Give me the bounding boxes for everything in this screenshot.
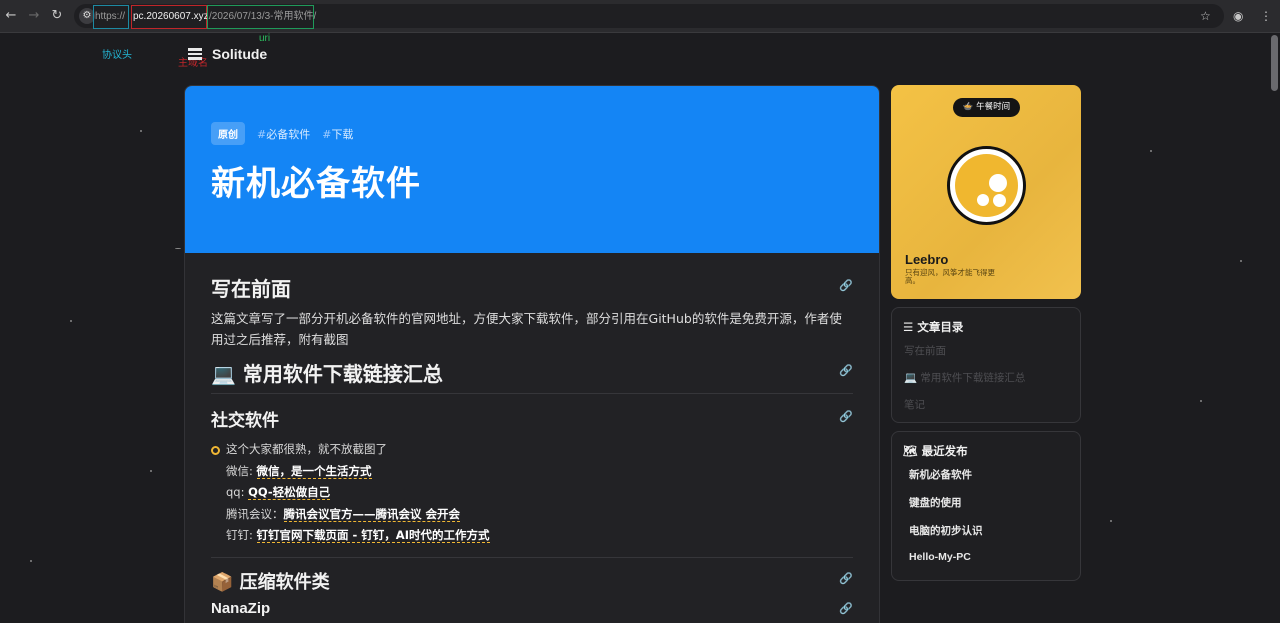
back-icon[interactable]: ←: [3, 8, 19, 24]
article-hero: 原创 #必备软件 #下载 新机必备软件: [185, 86, 879, 253]
heading-text: 社交软件: [211, 411, 279, 431]
article-title: 新机必备软件: [211, 164, 421, 204]
page-scrollbar[interactable]: [1271, 35, 1278, 91]
toc-title: ☰ 文章目录: [903, 320, 964, 334]
site-header[interactable]: Solitude: [188, 45, 267, 63]
author-card: 🍲 午餐时间 Leebro 只有迎风，风筝才能飞得更高。: [891, 85, 1081, 299]
toc-item[interactable]: 写在前面: [904, 343, 946, 358]
avatar-image: [955, 154, 1018, 217]
menu-icon: [188, 48, 202, 60]
url-host: pc.20260607.xyz: [131, 5, 209, 29]
annotation-scheme: 协议头: [102, 50, 132, 61]
section-heading: 写在前面 🔗: [211, 273, 853, 302]
table-of-contents: ☰ 文章目录 写在前面 💻 常用软件下载链接汇总 笔记: [891, 307, 1081, 423]
list-item: qq: QQ-轻松做自己: [211, 482, 853, 504]
list-item: 钉钉: 钉钉官网下载页面 - 钉钉，AI时代的工作方式: [211, 525, 853, 547]
author-name: Leebro: [905, 252, 949, 267]
author-motto: 只有迎风，风筝才能飞得更高。: [905, 268, 995, 285]
heading-text: 写在前面: [211, 277, 291, 301]
bookmark-star-icon[interactable]: ☆: [1200, 8, 1211, 24]
avatar-bubble: [993, 194, 1006, 207]
article-card: 原创 #必备软件 #下载 新机必备软件 写在前面 🔗 这篇文章写了一部分开机必备…: [184, 85, 880, 623]
section-heading: 💻 常用软件下载链接汇总 🔗: [211, 358, 853, 393]
annotation-uri: uri: [259, 33, 271, 44]
item-label: 微信:: [226, 463, 257, 478]
tag-label: 下载: [331, 127, 354, 141]
article-tags: 原创 #必备软件 #下载: [211, 122, 353, 145]
divider: [211, 393, 853, 394]
avatar[interactable]: [947, 146, 1026, 225]
anchor-link-icon[interactable]: 🔗: [839, 572, 853, 585]
section-heading: 📦 压缩软件类 🔗: [211, 568, 853, 594]
hash-icon: #: [257, 127, 267, 141]
article-body: 写在前面 🔗 这篇文章写了一部分开机必备软件的官网地址，方便大家下载软件，部分引…: [185, 273, 879, 617]
tag-link[interactable]: #下载: [322, 126, 353, 142]
recent-posts: 🗺 最近发布 新机必备软件 键盘的使用 电脑的初步认识 Hello-My-PC: [891, 431, 1081, 581]
url-scheme: https://: [93, 5, 129, 29]
site-name[interactable]: Solitude: [212, 46, 267, 62]
tag-link[interactable]: #必备软件: [257, 126, 310, 142]
external-link[interactable]: QQ-轻松做自己: [248, 485, 331, 500]
subsection-heading: 社交软件 🔗: [211, 406, 853, 431]
address-bar[interactable]: ⚙ https:// pc.20260607.xyz /2026/07/13/3…: [74, 4, 1224, 29]
list-item: 微信: 微信，是一个生活方式: [211, 461, 853, 483]
heading-text: 💻 常用软件下载链接汇总: [211, 362, 443, 386]
original-badge: 原创: [211, 122, 245, 145]
tag-label: 必备软件: [266, 127, 311, 141]
list-text: 这个大家都很熟，就不放截图了: [226, 442, 387, 456]
recent-post-link[interactable]: 键盘的使用: [909, 495, 962, 510]
anchor-link-icon[interactable]: 🔗: [839, 364, 853, 377]
divider: [211, 556, 853, 558]
avatar-bubble: [989, 174, 1007, 192]
heading-text: NanaZip: [211, 599, 271, 617]
toc-item[interactable]: 💻 常用软件下载链接汇总: [904, 370, 1025, 385]
recent-post-link[interactable]: Hello-My-PC: [909, 551, 971, 563]
url-path: /2026/07/13/3-常用软件/: [207, 5, 316, 29]
heading-text: 📦 压缩软件类: [211, 571, 330, 593]
reload-icon[interactable]: ↻: [49, 8, 65, 24]
list-item: 腾讯会议：腾讯会议官方——腾讯会议 会开会: [211, 504, 853, 526]
recent-title: 🗺 最近发布: [903, 444, 968, 458]
profile-icon[interactable]: ◉: [1233, 8, 1243, 24]
item-label: 腾讯会议：: [226, 506, 284, 521]
bullet-icon: [211, 446, 220, 455]
external-link[interactable]: 微信，是一个生活方式: [256, 463, 372, 479]
menu-icon[interactable]: ⋮: [1260, 8, 1272, 24]
toc-item[interactable]: 笔记: [904, 397, 925, 412]
anchor-link-icon[interactable]: 🔗: [839, 602, 853, 615]
item-label: qq:: [226, 485, 249, 499]
anchor-link-icon[interactable]: 🔗: [839, 410, 853, 423]
social-list: 这个大家都很熟，就不放截图了 微信: 微信，是一个生活方式 qq: QQ-轻松做…: [211, 439, 853, 547]
subsection-heading: NanaZip 🔗: [211, 600, 853, 617]
anchor-link-icon[interactable]: 🔗: [839, 279, 853, 292]
intro-paragraph: 这篇文章写了一部分开机必备软件的官网地址，方便大家下载软件，部分引用在GitHu…: [211, 311, 842, 347]
forward-icon[interactable]: →: [26, 8, 42, 24]
external-link[interactable]: 钉钉官网下载页面 - 钉钉，AI时代的工作方式: [256, 528, 490, 543]
item-label: 钉钉:: [226, 528, 257, 542]
recent-post-link[interactable]: 电脑的初步认识: [909, 523, 983, 538]
recent-post-link[interactable]: 新机必备软件: [909, 467, 972, 482]
external-link[interactable]: 腾讯会议官方——腾讯会议 会开会: [283, 506, 461, 522]
browser-toolbar: ← → ↻ ⚙ https:// pc.20260607.xyz /2026/0…: [0, 0, 1280, 33]
status-badge: 🍲 午餐时间: [953, 98, 1020, 117]
list-item: 这个大家都很熟，就不放截图了: [211, 439, 853, 461]
avatar-bubble: [977, 194, 989, 206]
